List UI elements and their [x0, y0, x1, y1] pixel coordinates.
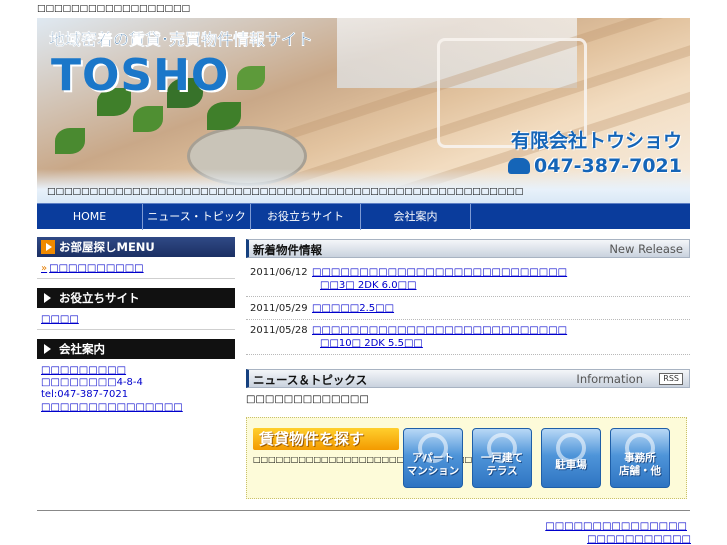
sidebar-head-search-label: お部屋探しMENU — [59, 240, 155, 254]
main-nav: HOME ニュース・トピックス お役立ちサイト 会社案内 — [37, 203, 690, 249]
new-release-header: 新着物件情報 New Release — [246, 239, 690, 258]
sidebar-company-tel: tel:047-387-7021 — [41, 389, 129, 400]
nav-news[interactable]: ニュース・トピックス — [143, 204, 251, 249]
search-house-button[interactable]: 一戸建て テラス — [472, 428, 532, 488]
nav-useful[interactable]: お役立ちサイト — [251, 204, 361, 230]
news-title-link[interactable]: □□□□□□□□□□□□□□□□□□□□□□□□□□□ — [312, 325, 567, 336]
footer-link[interactable]: □□□□□□□□□□□ — [587, 534, 691, 545]
new-release-en-title: New Release — [609, 242, 683, 256]
sidebar-search-link[interactable]: » □□□□□□□□□□ — [41, 263, 144, 274]
sidebar-head-company: 会社案内 — [37, 339, 235, 359]
button-label: 事務所 — [624, 452, 656, 464]
search-parking-button[interactable]: 駐車場 — [541, 428, 601, 488]
topics-en-title: Information — [576, 372, 643, 386]
news-sub-link[interactable]: □□10□ 2DK 5.5□□ — [320, 338, 423, 349]
new-release-title: 新着物件情報 — [253, 243, 322, 257]
phone-number: 047-387-7021 — [508, 155, 682, 177]
sidebar-head-useful: お役立ちサイト — [37, 288, 235, 308]
search-office-button[interactable]: 事務所 店舗・他 — [610, 428, 670, 488]
topics-title: ニュース＆トピックス — [253, 373, 368, 387]
property-search-box: 賃貸物件を探す □□□□□□□□□□□□□□□□□□□□□□□□□□□□□□□□… — [246, 417, 687, 499]
sidebar-search-link-label: □□□□□□□□□□ — [49, 263, 144, 274]
sidebar-company-map-link[interactable]: □□□□□□□□□□□□□□□ — [41, 402, 183, 413]
news-divider — [246, 296, 690, 297]
telephone-icon — [508, 158, 531, 174]
sidebar-head-useful-label: お役立ちサイト — [59, 291, 140, 305]
button-label: 一戸建て — [481, 452, 523, 464]
news-date: 2011/05/29 — [250, 303, 308, 314]
arrow-right-icon — [41, 240, 55, 254]
sidebar-head-company-label: 会社案内 — [59, 342, 105, 356]
button-label: 店舗・他 — [619, 465, 661, 477]
company-name: 有限会社トウショウ — [510, 130, 682, 152]
search-apartment-button[interactable]: アパート マンション — [403, 428, 463, 488]
phone-text: 047-387-7021 — [534, 155, 682, 177]
nav-company[interactable]: 会社案内 — [361, 204, 471, 230]
button-label: アパート — [412, 452, 454, 464]
news-title-link[interactable]: □□□□□2.5□□ — [312, 303, 394, 314]
sidebar-company-address: □□□□□□□□4-8-4 — [41, 377, 143, 388]
top-text: □□□□□□□□□□□□□□□□□□ — [37, 4, 191, 14]
sidebar-company-name[interactable]: □□□□□□□□□ — [41, 365, 126, 376]
sidebar-head-search: お部屋探しMENU — [37, 237, 235, 257]
leaf-icon — [207, 102, 241, 130]
rss-button[interactable]: RSS — [659, 373, 683, 385]
button-label: 駐車場 — [555, 459, 587, 471]
double-arrow-icon: » — [41, 263, 48, 274]
sidebar-divider — [37, 329, 235, 330]
leaf-icon — [55, 128, 85, 154]
leaf-icon — [237, 66, 265, 90]
property-search-title: 賃貸物件を探す — [253, 428, 399, 450]
news-title-link[interactable]: □□□□□□□□□□□□□□□□□□□□□□□□□□□ — [312, 267, 567, 278]
nav-home[interactable]: HOME — [37, 204, 143, 230]
button-label: マンション — [406, 465, 460, 477]
news-divider — [246, 354, 690, 355]
site-tagline: 地域密着の賃貸･売買物件情報サイト — [49, 30, 314, 49]
footer-link[interactable]: □□□□□□□□□□□□□□□ — [545, 521, 687, 532]
leaf-icon — [133, 106, 163, 132]
news-date: 2011/06/12 — [250, 267, 308, 278]
header-banner: 地域密着の賃貸･売買物件情報サイト TOSHO 有限会社トウショウ 047-38… — [37, 18, 690, 203]
topics-header: ニュース＆トピックス Information RSS — [246, 369, 690, 388]
topics-text: □□□□□□□□□□□□□ — [246, 394, 369, 405]
news-sub-link[interactable]: □□3□ 2DK 6.0□□ — [320, 280, 416, 291]
news-date: 2011/05/28 — [250, 325, 308, 336]
site-logo[interactable]: TOSHO — [51, 50, 229, 101]
footer-divider — [37, 510, 690, 511]
arrow-right-icon — [41, 342, 55, 356]
sidebar-useful-link[interactable]: □□□□ — [41, 314, 79, 325]
button-label: テラス — [486, 465, 518, 477]
banner-description: □□□□□□□□□□□□□□□□□□□□□□□□□□□□□□□□□□□□□□□□… — [47, 187, 524, 197]
sidebar-divider — [37, 278, 235, 279]
arrow-right-icon — [41, 291, 55, 305]
news-divider — [246, 319, 690, 320]
